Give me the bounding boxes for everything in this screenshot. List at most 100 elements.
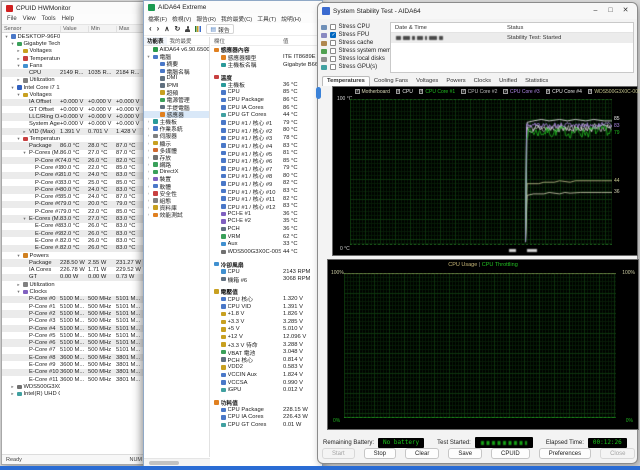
aida64-titlebar[interactable]: AIDA64 Extreme [144, 1, 322, 13]
expander-icon[interactable]: › [146, 212, 151, 217]
menu-item[interactable]: 工具(T) [257, 14, 276, 23]
table-row[interactable]: P-Core #05100 M...500 MHz5101 M... [2, 296, 146, 303]
tree-item[interactable]: 摘要 [144, 60, 209, 67]
table-row[interactable]: IA Offset+0.000 V+0.000 V+0.000 V [2, 99, 146, 106]
table-row[interactable]: E-Core #982.0 °C26.0 °C83.0 °C [2, 230, 146, 237]
legend-item[interactable]: CPU [396, 89, 413, 95]
stress-option[interactable]: Stress FPU [321, 31, 400, 39]
graph-tab[interactable]: Powers [442, 77, 469, 86]
legend-item[interactable]: CPU Core #3 [503, 89, 539, 95]
menu-item[interactable]: Help [62, 16, 74, 22]
table-row[interactable]: ▸Utilization [2, 77, 146, 84]
nav-tab[interactable]: 功能表 [144, 37, 167, 45]
sensor-row[interactable]: PCH36 °C [211, 225, 321, 233]
sensor-row[interactable]: CPU85 °C [211, 89, 321, 97]
table-row[interactable]: ▾Clocks [2, 288, 146, 295]
expander-icon[interactable]: › [146, 184, 151, 189]
table-row[interactable]: ▸VID (Max)1.391 V0.701 V1.428 V [2, 128, 146, 135]
table-row[interactable]: ▾E-Cores (M...83.0 °C27.0 °C83.0 °C [2, 215, 146, 222]
legend-checkbox[interactable] [546, 89, 551, 94]
table-row[interactable]: E-Core #...82.0 °C26.0 °C83.0 °C [2, 245, 146, 252]
checkbox[interactable] [330, 48, 336, 54]
expander-icon[interactable]: ▾ [10, 85, 15, 91]
table-row[interactable]: P-Core #55100 M...500 MHz5101 M... [2, 332, 146, 339]
stability-test-titlebar[interactable]: System Stability Test - AIDA64 –□✕ [318, 3, 637, 19]
column-header-cell[interactable]: Min [88, 26, 116, 32]
expander-icon[interactable]: ▾ [16, 289, 21, 295]
sensor-row[interactable]: VCCSA0.990 V [211, 379, 321, 387]
expander-icon[interactable]: ▾ [22, 150, 27, 156]
tree-item[interactable]: ›效能測試 [144, 211, 209, 218]
sensor-row[interactable]: 主機板名稱Gigabyte B66 [211, 61, 321, 69]
table-row[interactable]: ▸Temperatures [2, 55, 146, 62]
checkbox[interactable] [330, 40, 336, 46]
expander-icon[interactable]: ▾ [16, 92, 21, 98]
table-row[interactable]: ▸WDS500G3X0C-0... [2, 383, 146, 390]
sensor-row[interactable]: CPU VID1.391 V [211, 303, 321, 311]
sensor-row[interactable]: +5 V5.010 V [211, 326, 321, 334]
legend-checkbox[interactable] [355, 89, 360, 94]
sensor-row[interactable]: CPU #1 / 核心 #982 °C [211, 180, 321, 188]
sensor-row[interactable]: CPU GT Cores44 °C [211, 111, 321, 119]
sensor-row[interactable]: PCH 核心0.814 V [211, 356, 321, 364]
table-row[interactable]: P-Core #45100 M...500 MHz5101 M... [2, 325, 146, 332]
expander-icon[interactable]: › [146, 169, 151, 174]
sensor-row[interactable]: CPU #1 / 核心 #685 °C [211, 157, 321, 165]
table-row[interactable]: P-Core #75100 M...500 MHz5101 M... [2, 347, 146, 354]
table-row[interactable]: ▾Intel Core i7 1270... [2, 84, 146, 91]
sensor-row[interactable]: CPU #1 / 核心 #880 °C [211, 172, 321, 180]
table-row[interactable]: P-Core #65100 M...500 MHz5101 M... [2, 339, 146, 346]
checkbox[interactable] [330, 56, 336, 62]
back-icon[interactable]: ‹ [149, 25, 152, 33]
section-header-row[interactable]: 溫度 [211, 73, 321, 81]
table-row[interactable]: P-Core #25100 M...500 MHz5101 M... [2, 310, 146, 317]
table-row[interactable]: P-Core #585.0 °C24.0 °C87.0 °C [2, 194, 146, 201]
sensor-row[interactable]: CPU #1 / 核心 #483 °C [211, 142, 321, 150]
table-row[interactable]: P-Core #779.0 °C22.0 °C85.0 °C [2, 208, 146, 215]
save-button[interactable]: Save [448, 448, 482, 459]
sensor-row[interactable]: +3.3 V3.285 V [211, 318, 321, 326]
sensor-row[interactable]: +1.8 V1.826 V [211, 310, 321, 318]
sensor-row[interactable]: +12 V12.096 V [211, 333, 321, 341]
stress-option[interactable]: Stress GPU(s) [321, 63, 400, 71]
table-row[interactable]: P-Core #679.0 °C20.0 °C79.0 °C [2, 201, 146, 208]
expander-icon[interactable]: ▸ [16, 48, 21, 54]
sensor-row[interactable]: VDD20.583 V [211, 364, 321, 372]
sensor-row[interactable]: PCI-E #235 °C [211, 218, 321, 226]
tree-item[interactable]: ›DirectX [144, 168, 209, 175]
checkbox[interactable] [330, 24, 336, 30]
stop-button[interactable]: Stop [364, 448, 396, 459]
expander-icon[interactable]: › [146, 191, 151, 196]
section-header-row[interactable]: 功耗值 [211, 399, 321, 407]
tree-item[interactable]: ›軟體 [144, 183, 209, 190]
table-row[interactable]: ▸Utilization [2, 281, 146, 288]
sensor-row[interactable]: 機箱 #63068 RPM [211, 275, 321, 283]
log-column-header[interactable]: Status [503, 25, 633, 31]
table-row[interactable]: GT Offset+0.000 V+0.000 V+0.000 V [2, 106, 146, 113]
chart-icon[interactable] [195, 26, 201, 32]
expander-icon[interactable]: ▾ [16, 63, 21, 69]
sensor-row[interactable]: CPU #1 / 核心 #1083 °C [211, 187, 321, 195]
expander-icon[interactable]: › [146, 133, 151, 138]
expander-icon[interactable]: ▾ [10, 41, 15, 47]
expander-icon[interactable]: › [146, 141, 151, 146]
expander-icon[interactable]: › [146, 162, 151, 167]
graph-tab[interactable]: Voltages [412, 77, 442, 86]
sensor-row[interactable]: Aux33 °C [211, 240, 321, 248]
graph-tab[interactable]: Statistics [521, 77, 552, 86]
sensor-row[interactable]: CPU IA Cores86 °C [211, 104, 321, 112]
table-row[interactable]: ▸Voltages [2, 48, 146, 55]
section-header-row[interactable]: 電壓值 [211, 288, 321, 296]
sensor-row[interactable]: PCI-E #136 °C [211, 210, 321, 218]
graph-tab[interactable]: Clocks [470, 77, 495, 86]
sensor-row[interactable]: CPU2143 RPM [211, 268, 321, 276]
tree-item[interactable]: 超頻 [144, 89, 209, 96]
graph-tab[interactable]: Temperatures [322, 76, 370, 86]
log-row[interactable]: Stability Test: Started [391, 33, 633, 43]
tree-item[interactable]: 電源管理 [144, 96, 209, 103]
expander-icon[interactable]: ▸ [16, 77, 21, 83]
legend-checkbox[interactable] [396, 89, 401, 94]
table-row[interactable]: ▾Gigabyte Technol... [2, 40, 146, 47]
table-row[interactable]: Package86.0 °C28.0 °C87.0 °C [2, 142, 146, 149]
table-row[interactable]: CPU2149 R...1035 R...2184 R... [2, 69, 146, 76]
